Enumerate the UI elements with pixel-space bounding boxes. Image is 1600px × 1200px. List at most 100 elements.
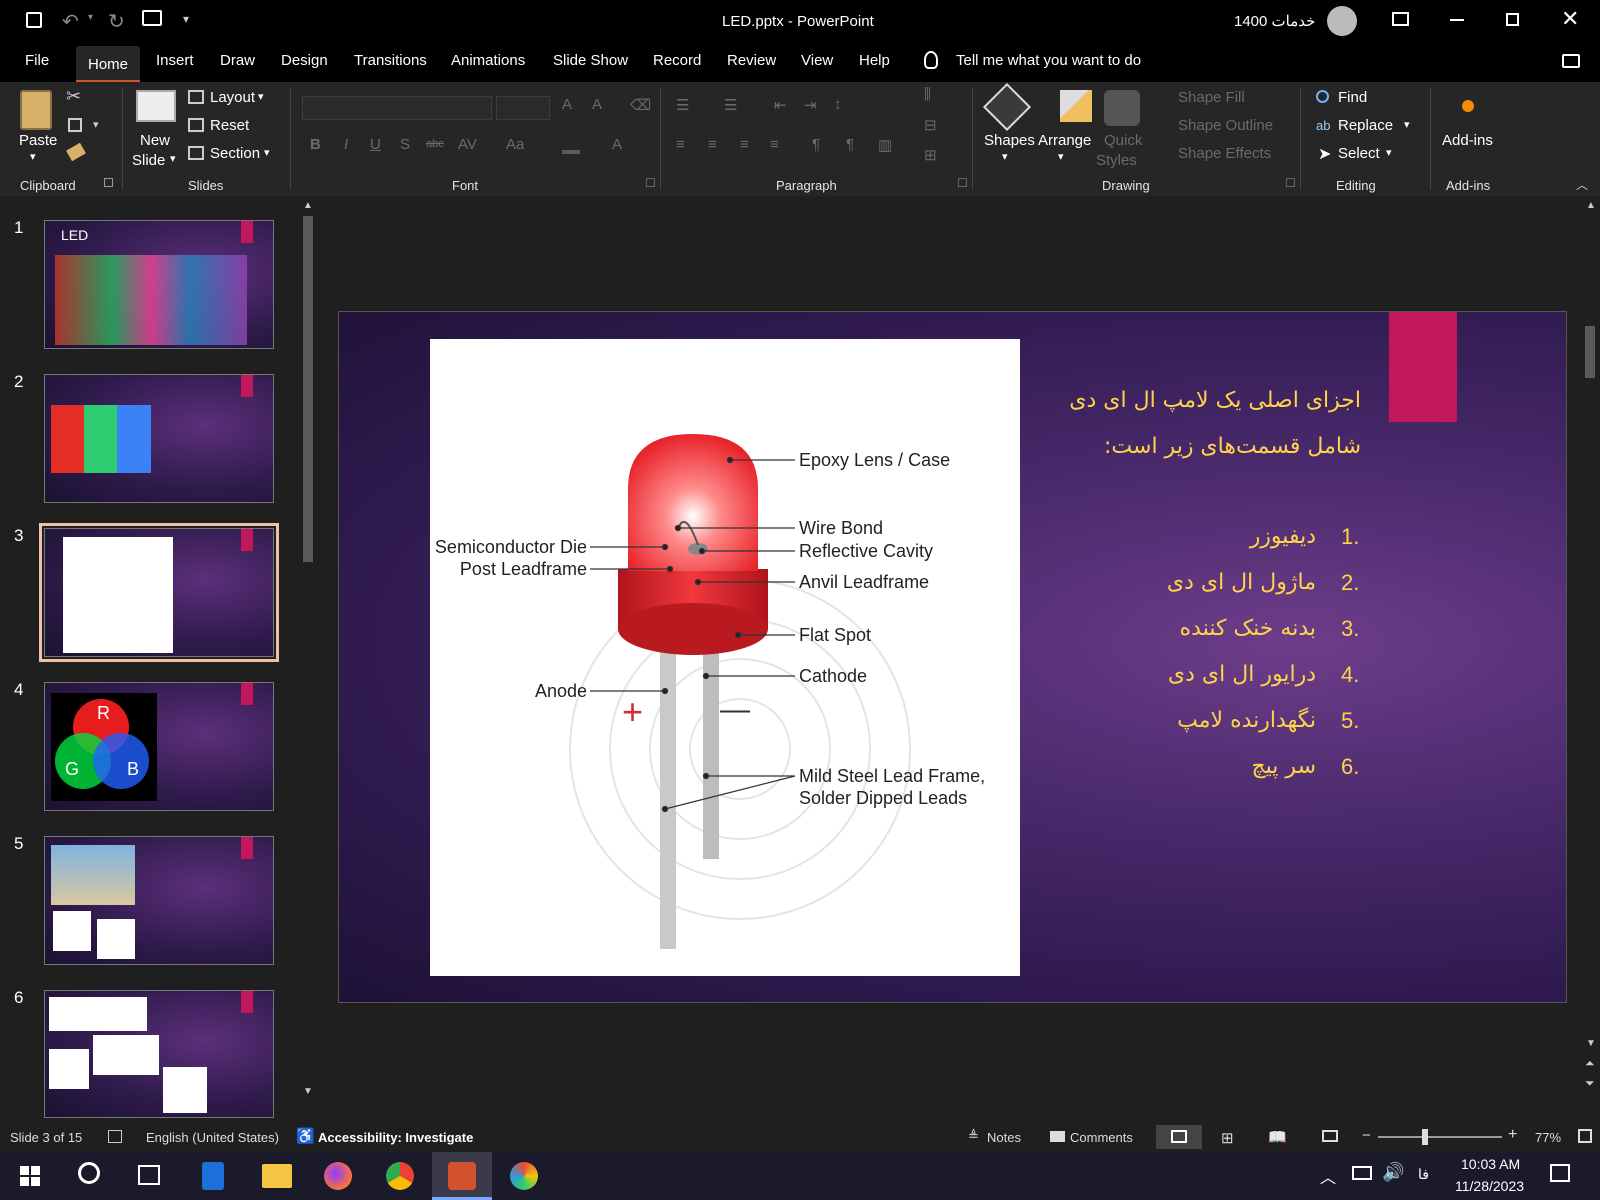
addins-icon[interactable]	[1462, 100, 1474, 112]
zoom-in-icon[interactable]: +	[1508, 1126, 1517, 1144]
zoom-out-icon[interactable]: −	[1362, 1127, 1371, 1144]
decrease-indent-icon[interactable]: ⇤	[774, 96, 787, 114]
highlight-icon[interactable]	[562, 138, 580, 154]
tell-me-search[interactable]: Tell me what you want to do	[956, 52, 1141, 69]
slide-thumbnail-1[interactable]: LED	[44, 220, 274, 349]
layout-icon[interactable]	[188, 90, 204, 104]
undo-dropdown-icon[interactable]: ▾	[88, 12, 93, 23]
paste-dropdown-icon[interactable]: ▾	[30, 150, 36, 163]
user-name[interactable]: خدمات 1400	[1234, 12, 1315, 30]
tab-design[interactable]: Design	[281, 52, 328, 69]
notes-icon[interactable]: ≜	[968, 1128, 979, 1144]
smartart-icon[interactable]: ⊞	[924, 146, 937, 164]
paragraph-launcher-icon[interactable]	[958, 178, 967, 187]
format-painter-icon[interactable]	[66, 142, 86, 162]
scroll-down-icon[interactable]: ▼	[303, 1086, 313, 1097]
volume-icon[interactable]: 🔊	[1382, 1162, 1404, 1183]
scroll-up-icon[interactable]: ▲	[303, 200, 313, 211]
minimize-icon[interactable]	[1450, 19, 1464, 21]
bold-icon[interactable]: B	[310, 136, 321, 153]
font-family-select[interactable]	[302, 96, 492, 120]
replace-icon[interactable]: ab	[1316, 118, 1330, 133]
increase-indent-icon[interactable]: ⇥	[804, 96, 817, 114]
zoom-slider[interactable]	[1378, 1136, 1502, 1138]
slide[interactable]: + — Epoxy Lens / Case Wire Bond Reflecti…	[338, 311, 1567, 1003]
scroll-thumb[interactable]	[1585, 326, 1595, 378]
normal-view-glyph[interactable]	[1171, 1130, 1187, 1143]
grow-font-icon[interactable]: A	[562, 96, 572, 113]
notifications-icon[interactable]	[1550, 1164, 1570, 1182]
zoom-slider-thumb[interactable]	[1422, 1129, 1428, 1145]
underline-icon[interactable]: U	[370, 136, 381, 153]
comments-button[interactable]: Comments	[1070, 1130, 1133, 1145]
tab-draw[interactable]: Draw	[220, 52, 255, 69]
select-button[interactable]: Select	[1338, 145, 1380, 162]
replace-dropdown-icon[interactable]: ▾	[1404, 118, 1410, 131]
collapse-ribbon-icon[interactable]: ︿	[1576, 176, 1588, 193]
accessibility-icon[interactable]: ♿	[296, 1127, 315, 1145]
new-slide-dropdown-icon[interactable]: ▾	[170, 152, 176, 165]
undo-icon[interactable]: ↶	[62, 9, 79, 34]
shrink-font-icon[interactable]: A	[592, 96, 602, 113]
slideshow-icon[interactable]	[1322, 1130, 1338, 1142]
slide-heading-line1[interactable]: اجزای اصلی یک لامپ ال ای دی	[1069, 388, 1361, 413]
copy-dropdown-icon[interactable]: ▾	[93, 118, 99, 131]
font-size-select[interactable]	[496, 96, 550, 120]
align-right-icon[interactable]: ≡	[740, 136, 749, 153]
tab-record[interactable]: Record	[653, 52, 701, 69]
shape-fill-button[interactable]: Shape Fill	[1178, 89, 1245, 106]
next-slide-icon[interactable]: ⏷	[1585, 1076, 1595, 1091]
clipboard-launcher-icon[interactable]	[104, 178, 113, 187]
notes-button[interactable]: Notes	[987, 1130, 1021, 1145]
restore-icon[interactable]	[1506, 13, 1519, 26]
font-color-icon[interactable]: A	[612, 136, 622, 153]
canvas-scrollbar[interactable]: ▲ ▼ ⏶ ⏷	[1580, 196, 1600, 1122]
char-spacing-icon[interactable]: AV	[458, 136, 477, 153]
tab-file[interactable]: File	[25, 52, 49, 69]
quick-styles-icon[interactable]	[1104, 90, 1140, 126]
find-icon[interactable]	[1316, 90, 1329, 103]
reset-icon[interactable]	[188, 118, 204, 132]
tab-review[interactable]: Review	[727, 52, 776, 69]
select-dropdown-icon[interactable]: ▾	[1386, 146, 1392, 159]
windows-start-icon[interactable]	[20, 1166, 40, 1186]
quick-styles-button-line2[interactable]: Styles	[1096, 152, 1137, 169]
slide-thumbnail-6[interactable]	[44, 990, 274, 1118]
cut-icon[interactable]: ✂	[66, 86, 81, 107]
paint-icon[interactable]	[510, 1162, 538, 1190]
tray-chevron-icon[interactable]: ︿	[1320, 1164, 1336, 1188]
powerpoint-icon[interactable]	[448, 1162, 476, 1190]
close-icon[interactable]: ✕	[1561, 6, 1579, 32]
align-center-icon[interactable]: ≡	[708, 136, 717, 153]
tab-slide-show[interactable]: Slide Show	[553, 52, 628, 69]
select-cursor-icon[interactable]: ➤	[1318, 144, 1331, 164]
slide-sorter-icon[interactable]: ⊞	[1221, 1129, 1234, 1147]
reset-button[interactable]: Reset	[210, 117, 249, 134]
scroll-up-icon[interactable]: ▲	[1586, 200, 1596, 211]
slide-thumbnail-2[interactable]	[44, 374, 274, 503]
fit-to-window-icon[interactable]	[1578, 1129, 1592, 1143]
ribbon-display-icon[interactable]	[1392, 12, 1409, 26]
tab-home[interactable]: Home	[76, 46, 141, 82]
zoom-level[interactable]: 77%	[1535, 1130, 1561, 1145]
tab-animations[interactable]: Animations	[451, 52, 525, 69]
scroll-thumb[interactable]	[303, 216, 313, 562]
text-direction-icon[interactable]: ⫼	[924, 86, 931, 103]
italic-icon[interactable]: I	[344, 136, 348, 153]
slide-heading-line2[interactable]: شامل قسمت‌های زیر است:	[1104, 434, 1361, 459]
strikethrough-icon[interactable]: abc	[426, 138, 444, 150]
led-diagram[interactable]: + — Epoxy Lens / Case Wire Bond Reflecti…	[430, 339, 1020, 976]
shapes-icon[interactable]	[982, 82, 1032, 132]
clock-time[interactable]: 10:03 AM	[1461, 1156, 1520, 1172]
tab-insert[interactable]: Insert	[156, 52, 194, 69]
justify-icon[interactable]: ≡	[770, 136, 779, 153]
reading-view-icon[interactable]: 📖	[1268, 1128, 1287, 1146]
layout-button[interactable]: Layout	[210, 89, 255, 106]
arrange-button[interactable]: Arrange	[1038, 132, 1091, 149]
comments-icon[interactable]	[1050, 1131, 1065, 1142]
paste-button[interactable]: Paste	[19, 132, 57, 149]
addins-button[interactable]: Add-ins	[1442, 132, 1493, 149]
replace-button[interactable]: Replace	[1338, 117, 1393, 134]
find-button[interactable]: Find	[1338, 89, 1367, 106]
spelling-icon[interactable]	[108, 1130, 122, 1143]
